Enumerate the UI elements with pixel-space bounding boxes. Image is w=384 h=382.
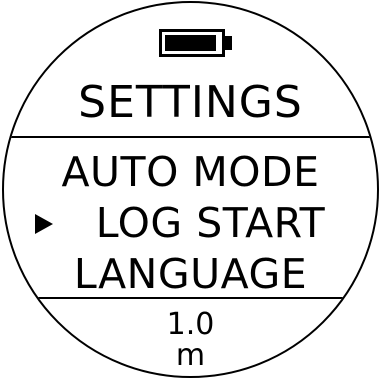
battery-icon: [159, 29, 233, 57]
menu-item-log-start[interactable]: LOG START: [4, 198, 377, 248]
menu-item-label: LANGUAGE: [73, 250, 308, 298]
watch-display: SETTINGS AUTO MODE LOG START LANGUAGE 1.…: [2, 1, 379, 378]
menu-item-language[interactable]: LANGUAGE: [4, 249, 377, 299]
readout-value: 1.0: [166, 307, 215, 342]
menu-item-label: LOG START: [95, 199, 326, 247]
battery-fill: [165, 35, 216, 51]
page-title: SETTINGS: [78, 77, 303, 128]
footer-divider: [4, 297, 377, 299]
header-divider: [4, 136, 377, 138]
battery-body: [159, 29, 225, 57]
readout-unit: m: [175, 338, 206, 373]
battery-tip: [225, 36, 232, 50]
menu-item-label: AUTO MODE: [61, 148, 320, 196]
menu-item-auto-mode[interactable]: AUTO MODE: [4, 147, 377, 197]
